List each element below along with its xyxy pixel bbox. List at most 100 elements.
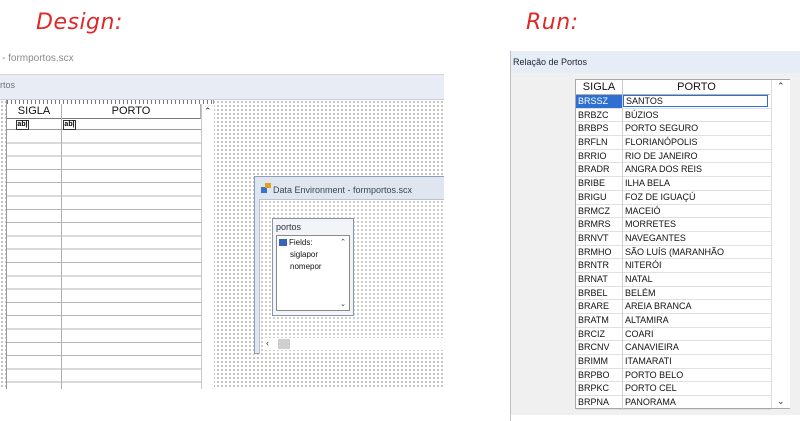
- cell-sigla[interactable]: BRNVT: [578, 232, 620, 245]
- table-row[interactable]: BRCNV CANAVIEIRA: [576, 341, 771, 356]
- column-separator: [622, 259, 623, 273]
- textbox-icon[interactable]: ab|: [63, 120, 76, 130]
- cell-sigla[interactable]: BRIBE: [578, 177, 620, 190]
- cell-porto[interactable]: ILHA BELA: [625, 177, 767, 190]
- field-item[interactable]: nomepor: [290, 262, 322, 271]
- form-titlebar[interactable]: rtos: [0, 75, 444, 100]
- table-row[interactable]: BRNAT NATAL: [576, 272, 771, 287]
- cell-sigla[interactable]: BRATM: [578, 314, 620, 327]
- cell-porto[interactable]: SANTOS: [623, 95, 768, 107]
- chevron-left-icon[interactable]: ‹: [266, 338, 269, 348]
- table-row[interactable]: BRBPS PORTO SEGURO: [576, 122, 771, 137]
- cell-porto[interactable]: MORRETES: [625, 218, 767, 231]
- table-row[interactable]: BRPBO PORTO BELO: [576, 368, 771, 383]
- cell-sigla[interactable]: BRARE: [578, 300, 620, 313]
- table-row[interactable]: BRADR ANGRA DOS REIS: [576, 163, 771, 178]
- cell-sigla[interactable]: BRIGU: [578, 191, 620, 204]
- cell-sigla[interactable]: BRSSZ: [576, 95, 622, 108]
- table-row[interactable]: BRMRS MORRETES: [576, 218, 771, 232]
- cell-porto[interactable]: SÃO LUÍS (MARANHÃO: [625, 246, 767, 259]
- chevron-up-icon[interactable]: ⌃: [340, 238, 346, 246]
- table-row[interactable]: BRATM ALTAMIRA: [576, 314, 771, 328]
- table-row[interactable]: BRARE AREIA BRANCA: [576, 300, 771, 314]
- cell-porto[interactable]: ITAMARATI: [625, 355, 767, 368]
- design-window-titlebar[interactable]: - formportos.scx: [0, 44, 444, 75]
- cell-porto[interactable]: PORTO SEGURO: [625, 122, 767, 135]
- chevron-down-icon[interactable]: ⌄: [777, 396, 785, 407]
- cell-porto[interactable]: AREIA BRANCA: [625, 300, 767, 313]
- cell-porto[interactable]: MACEIÓ: [625, 205, 767, 218]
- scroll-thumb[interactable]: [278, 339, 290, 349]
- column-separator: [622, 136, 623, 150]
- cell-sigla[interactable]: BRPNA: [578, 396, 620, 409]
- horizontal-scrollbar[interactable]: ‹: [264, 338, 444, 350]
- run-window-titlebar[interactable]: Relação de Portos: [511, 51, 800, 73]
- cell-porto[interactable]: PANORAMA: [625, 396, 767, 409]
- column-header-sigla[interactable]: SIGLA: [576, 80, 623, 95]
- cell-sigla[interactable]: BRADR: [578, 163, 620, 176]
- cell-sigla[interactable]: BRPKC: [578, 382, 620, 395]
- cell-porto[interactable]: FOZ DE IGUAÇÚ: [625, 191, 767, 204]
- grid-vertical-scrollbar[interactable]: ⌃: [201, 104, 214, 389]
- table-row[interactable]: BRBZC BÚZIOS: [576, 108, 771, 123]
- run-panel: Relação de Portos SIGLA PORTO BRSSZ SANTO…: [510, 51, 800, 421]
- cell-porto[interactable]: FLORIANÓPOLIS: [625, 136, 767, 149]
- table-row[interactable]: BRPNA PANORAMA: [576, 396, 771, 410]
- table-row[interactable]: BRBEL BELÉM: [576, 286, 771, 301]
- column-header-porto[interactable]: PORTO: [623, 80, 770, 95]
- cell-porto[interactable]: BÚZIOS: [625, 109, 767, 122]
- cell-sigla[interactable]: BRMCZ: [578, 205, 620, 218]
- cell-porto[interactable]: BELÉM: [625, 287, 767, 300]
- table-row[interactable]: BRNTR NITERÓI: [576, 259, 771, 273]
- table-row[interactable]: BRFLN FLORIANÓPOLIS: [576, 136, 771, 150]
- data-environment-window[interactable]: Data Environment - formportos.scx portos…: [254, 176, 444, 354]
- cell-porto[interactable]: NITERÓI: [625, 259, 767, 272]
- cell-sigla[interactable]: BRPBO: [578, 369, 620, 382]
- cell-sigla[interactable]: BRBEL: [578, 287, 620, 300]
- cell-sigla[interactable]: BRCNV: [578, 341, 620, 354]
- grid-header-porto[interactable]: PORTO: [62, 104, 201, 119]
- run-grid[interactable]: SIGLA PORTO BRSSZ SANTOS BRBZC BÚZIOS BRBPS P…: [575, 79, 790, 410]
- chevron-up-icon[interactable]: ⌃: [777, 81, 785, 92]
- cell-sigla[interactable]: BRNTR: [578, 259, 620, 272]
- table-row[interactable]: BRNVT NAVEGANTES: [576, 231, 771, 246]
- cell-porto[interactable]: PORTO BELO: [625, 369, 767, 382]
- field-item[interactable]: siglapor: [290, 250, 318, 259]
- design-grid[interactable]: SIGLA PORTO ab| ab| ⌃: [6, 100, 214, 389]
- cell-sigla[interactable]: BRCIZ: [578, 328, 620, 341]
- textbox-icon[interactable]: ab|: [16, 120, 29, 130]
- table-row[interactable]: BRMHO SÃO LUÍS (MARANHÃO: [576, 245, 771, 260]
- cell-sigla[interactable]: BRMRS: [578, 218, 620, 231]
- table-row[interactable]: BRPKC PORTO CEL: [576, 382, 771, 397]
- cell-porto[interactable]: CANAVIEIRA: [625, 341, 767, 354]
- cell-sigla[interactable]: BRNAT: [578, 273, 620, 286]
- grid-vertical-scrollbar[interactable]: ⌃ ⌄: [771, 80, 790, 408]
- table-row[interactable]: BRMCZ MACEIÓ: [576, 204, 771, 219]
- cell-porto[interactable]: PORTO CEL: [625, 382, 767, 395]
- cell-porto[interactable]: ANGRA DOS REIS: [625, 163, 767, 176]
- cursor-portos[interactable]: portos Fields: siglapor nomepor ⌃ ⌄: [272, 218, 354, 316]
- grid-header-sigla[interactable]: SIGLA: [7, 104, 62, 119]
- table-row[interactable]: BRIGU FOZ DE IGUAÇÚ: [576, 190, 771, 205]
- cell-sigla[interactable]: BRIMM: [578, 355, 620, 368]
- table-row[interactable]: BRRIO RIO DE JANEIRO: [576, 149, 771, 164]
- cell-porto[interactable]: NATAL: [625, 273, 767, 286]
- cell-sigla[interactable]: BRFLN: [578, 136, 620, 149]
- cell-sigla[interactable]: BRMHO: [578, 246, 620, 259]
- column-separator: [622, 177, 623, 191]
- fields-list[interactable]: Fields: siglapor nomepor ⌃ ⌄: [276, 235, 350, 311]
- table-row[interactable]: BRIBE ILHA BELA: [576, 177, 771, 191]
- table-row[interactable]: BRIMM ITAMARATI: [576, 355, 771, 369]
- chevron-down-icon[interactable]: ⌄: [340, 300, 346, 308]
- cell-porto[interactable]: NAVEGANTES: [625, 232, 767, 245]
- cell-sigla[interactable]: BRRIO: [578, 150, 620, 163]
- cell-sigla[interactable]: BRBPS: [578, 122, 620, 135]
- cell-sigla[interactable]: BRBZC: [578, 109, 620, 122]
- cell-porto[interactable]: RIO DE JANEIRO: [625, 150, 767, 163]
- cell-porto[interactable]: ALTAMIRA: [625, 314, 767, 327]
- table-row[interactable]: BRSSZ SANTOS: [576, 95, 771, 109]
- table-row[interactable]: BRCIZ COARI: [576, 327, 771, 342]
- data-environment-canvas[interactable]: portos Fields: siglapor nomepor ⌃ ⌄ ‹: [259, 199, 444, 354]
- chevron-up-icon[interactable]: ⌃: [204, 106, 212, 117]
- cell-porto[interactable]: COARI: [625, 328, 767, 341]
